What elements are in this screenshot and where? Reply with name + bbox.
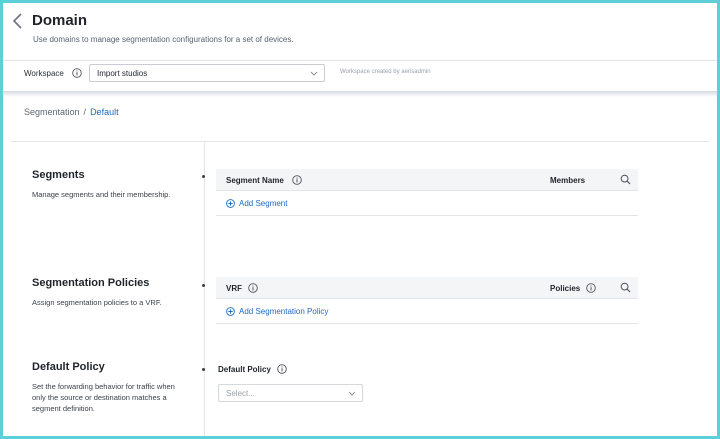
column-header-policies: Policies xyxy=(550,284,581,293)
policies-description: Assign segmentation policies to a VRF. xyxy=(32,298,162,307)
workspace-meta: Workspace created by aerisadmin xyxy=(340,69,431,75)
default-policy-select[interactable]: Select... xyxy=(218,384,363,402)
policies-table-header: VRF Policies xyxy=(216,277,638,299)
info-icon[interactable] xyxy=(586,283,596,293)
policies-title: Segmentation Policies xyxy=(32,277,150,289)
workspace-label: Workspace xyxy=(24,69,64,78)
divider xyxy=(3,60,717,61)
chevron-down-icon xyxy=(310,71,318,76)
divider xyxy=(204,142,205,436)
default-policy-field-label: Default Policy xyxy=(218,365,271,374)
info-icon[interactable] xyxy=(248,283,258,293)
segments-title: Segments xyxy=(32,169,85,181)
add-segment-button[interactable]: Add Segment xyxy=(226,199,287,208)
breadcrumb-separator: / xyxy=(83,107,87,117)
column-header-members: Members xyxy=(550,176,586,185)
bullet xyxy=(202,175,205,178)
add-segmentation-policy-label: Add Segmentation Policy xyxy=(239,307,329,316)
chevron-down-icon xyxy=(348,391,356,396)
info-icon[interactable] xyxy=(72,68,82,78)
bullet xyxy=(202,368,205,371)
default-policy-placeholder: Select... xyxy=(226,389,255,398)
column-header-segment-name: Segment Name xyxy=(226,176,284,185)
policies-add-row: Add Segmentation Policy xyxy=(216,300,638,324)
bullet xyxy=(202,284,205,287)
default-policy-description: Set the forwarding behavior for traffic … xyxy=(32,382,175,413)
app-window: Domain Use domains to manage segmentatio… xyxy=(3,3,717,436)
info-icon[interactable] xyxy=(277,364,287,374)
add-segment-label: Add Segment xyxy=(239,199,288,208)
divider xyxy=(3,91,717,97)
segments-table-header: Segment Name Members xyxy=(216,169,638,191)
workspace-select-value: Import studios xyxy=(97,69,148,78)
info-icon[interactable] xyxy=(292,175,302,185)
default-policy-title: Default Policy xyxy=(32,361,105,373)
segments-description: Manage segments and their membership. xyxy=(32,190,171,199)
breadcrumb-item-segmentation[interactable]: Segmentation xyxy=(24,107,80,117)
page-subtitle: Use domains to manage segmentation confi… xyxy=(33,35,294,44)
page-title: Domain xyxy=(32,12,88,29)
search-icon[interactable] xyxy=(620,282,631,293)
plus-circle-icon xyxy=(226,307,235,316)
divider xyxy=(11,141,709,142)
chevron-left-icon[interactable] xyxy=(11,12,25,30)
plus-circle-icon xyxy=(226,199,235,208)
breadcrumb-item-current[interactable]: Default xyxy=(90,107,119,117)
workspace-select[interactable]: Import studios xyxy=(89,64,325,82)
add-segmentation-policy-button[interactable]: Add Segmentation Policy xyxy=(226,307,328,316)
search-icon[interactable] xyxy=(620,174,631,185)
breadcrumb: Segmentation / Default xyxy=(24,107,119,117)
column-header-vrf: VRF xyxy=(226,284,242,293)
segments-add-row: Add Segment xyxy=(216,192,638,216)
